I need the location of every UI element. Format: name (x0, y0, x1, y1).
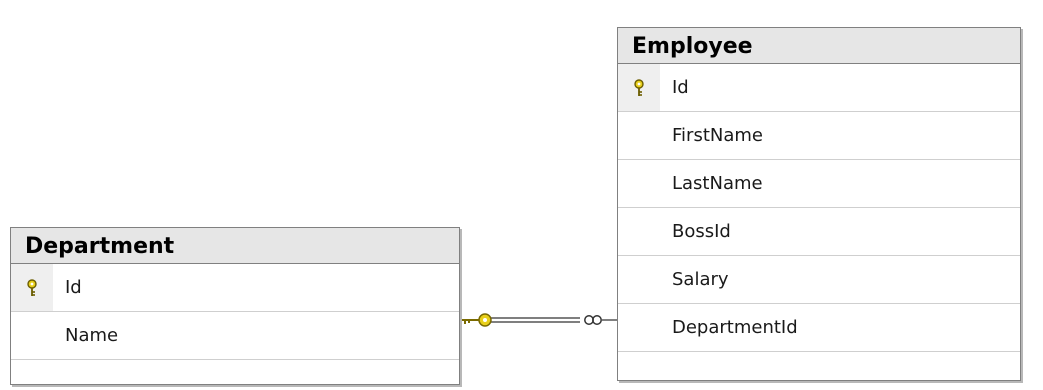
department-columns: Id Name (11, 264, 459, 360)
row-selector[interactable] (618, 304, 660, 351)
column-row[interactable]: BossId (618, 208, 1020, 256)
relationship-infinity-icon (584, 315, 617, 325)
row-selector[interactable] (618, 160, 660, 207)
column-row[interactable]: Id (618, 64, 1020, 112)
column-row[interactable]: LastName (618, 160, 1020, 208)
primary-key-icon (632, 78, 646, 97)
row-selector[interactable] (11, 312, 53, 359)
employee-columns: Id FirstName LastName BossId Salary Departmen… (618, 64, 1020, 352)
column-name: BossId (672, 221, 731, 242)
row-selector[interactable] (618, 208, 660, 255)
column-name: Name (65, 325, 119, 346)
row-selector[interactable] (618, 112, 660, 159)
column-name: Salary (672, 269, 729, 290)
column-row[interactable]: Name (11, 312, 459, 360)
relationship-key-icon (462, 313, 492, 327)
department-empty-row (11, 360, 459, 390)
row-selector[interactable] (618, 64, 660, 111)
row-selector[interactable] (11, 264, 53, 311)
employee-table-title[interactable]: Employee (618, 28, 1020, 64)
row-selector[interactable] (618, 256, 660, 303)
column-name: Id (65, 277, 82, 298)
column-name: Id (672, 77, 689, 98)
employee-table[interactable]: Employee Id FirstName LastName BossId Salary… (617, 27, 1021, 381)
primary-key-icon (25, 278, 39, 297)
diagram-canvas: Employee Id FirstName LastName BossId Salary… (0, 0, 1043, 390)
column-row[interactable]: Salary (618, 256, 1020, 304)
column-name: FirstName (672, 125, 763, 146)
column-name: LastName (672, 173, 763, 194)
column-row[interactable]: FirstName (618, 112, 1020, 160)
department-table[interactable]: Department Id Name (10, 227, 460, 385)
column-row[interactable]: Id (11, 264, 459, 312)
department-table-title[interactable]: Department (11, 228, 459, 264)
employee-empty-row (618, 352, 1020, 390)
column-name: DepartmentId (672, 317, 798, 338)
column-row[interactable]: DepartmentId (618, 304, 1020, 352)
